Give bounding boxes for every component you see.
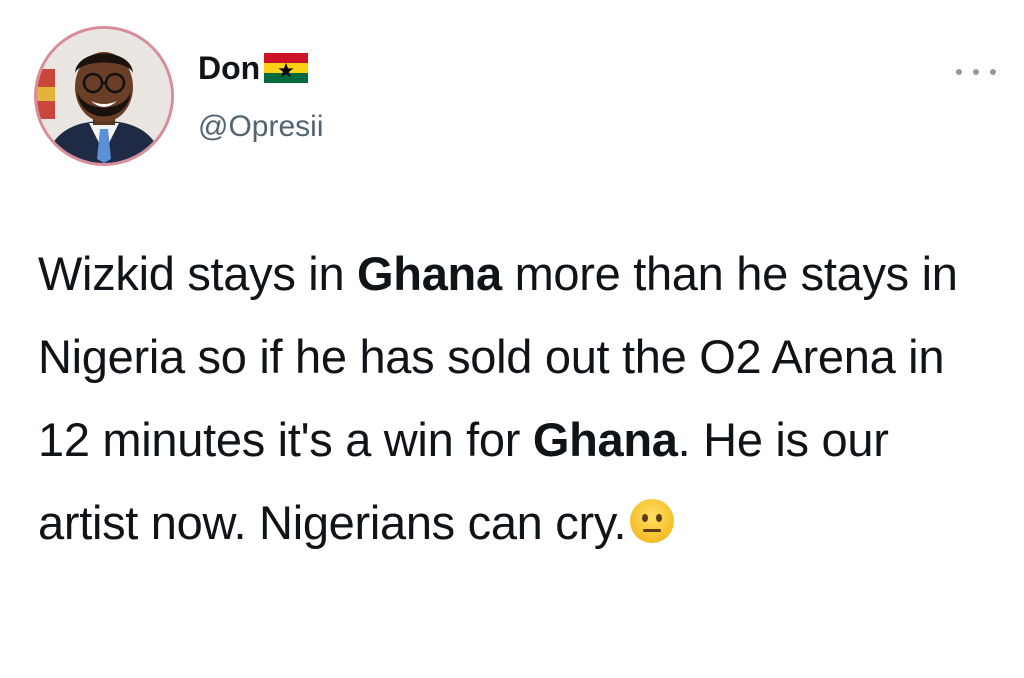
dot xyxy=(973,69,979,75)
dot xyxy=(990,69,996,75)
avatar-photo xyxy=(37,29,171,163)
tweet-text: Wizkid stays in Ghana more than he stays… xyxy=(38,232,998,564)
tweet-text-bold: Ghana xyxy=(357,247,502,300)
more-icon[interactable] xyxy=(956,66,996,78)
neutral-face-emoji xyxy=(630,499,675,543)
ghana-flag-icon xyxy=(264,53,309,83)
avatar[interactable] xyxy=(34,26,174,166)
display-name[interactable]: Don xyxy=(198,52,260,84)
dot xyxy=(956,69,962,75)
name-row: Don xyxy=(198,52,309,84)
tweet-text-bold: Ghana xyxy=(532,413,678,466)
tweet-card: Don @Opresii Wizkid stays in Ghana more … xyxy=(0,0,1024,678)
user-handle[interactable]: @Opresii xyxy=(198,112,323,142)
tweet-text-segment: Wizkid stays in xyxy=(38,247,358,300)
